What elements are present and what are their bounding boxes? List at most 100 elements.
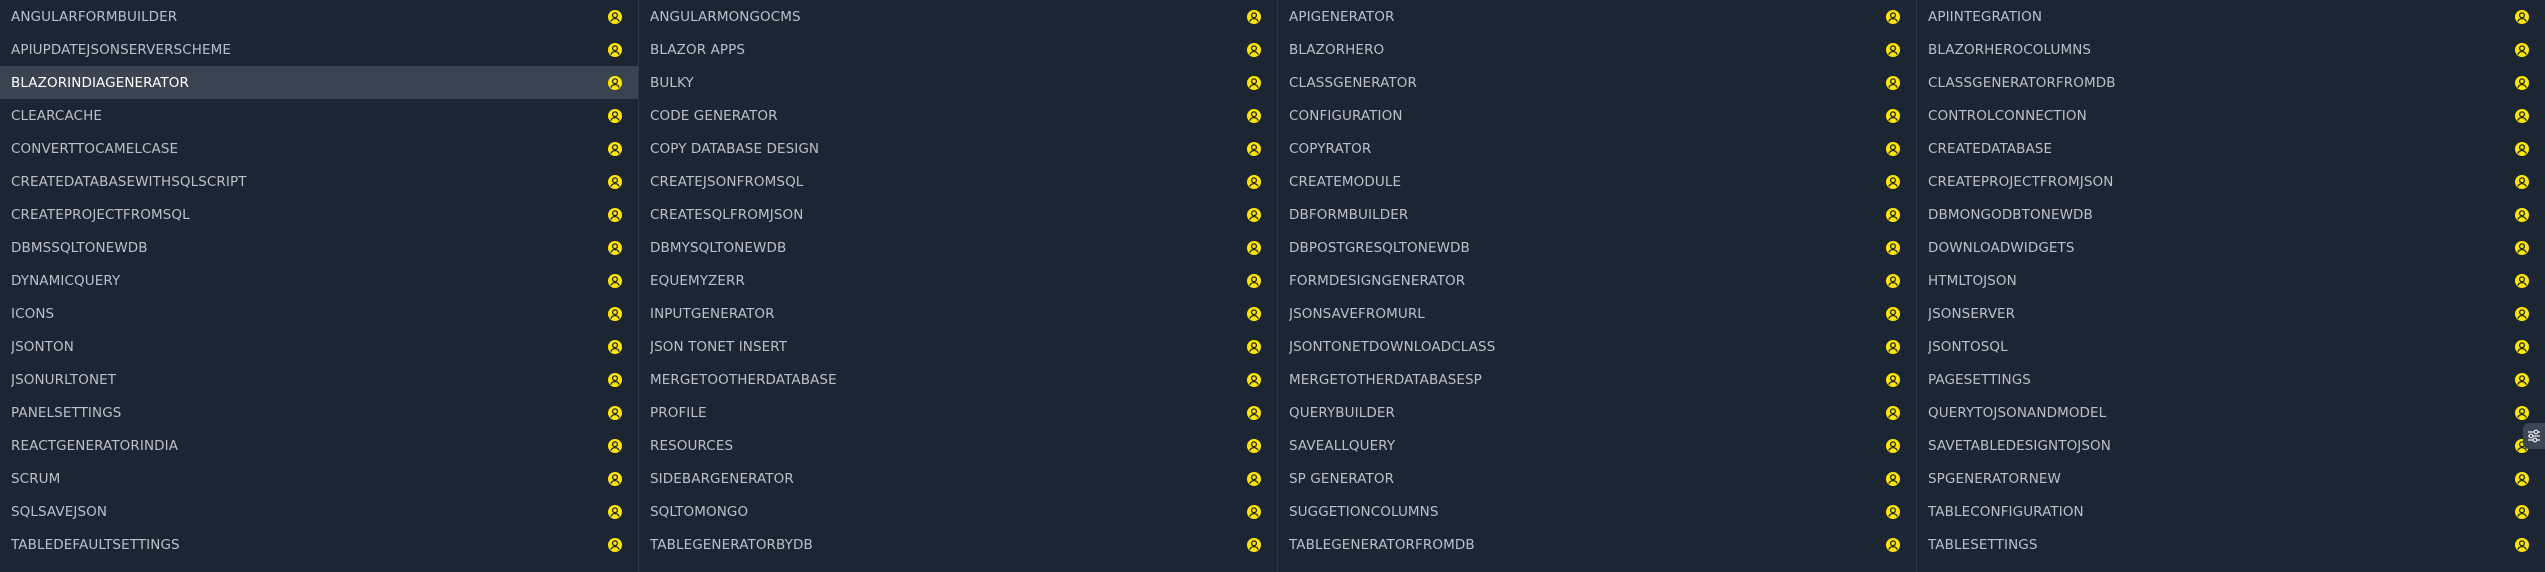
- menu-item[interactable]: CREATEMODULE: [1278, 165, 1916, 198]
- menu-item-label: BULKY: [650, 74, 694, 91]
- menu-item[interactable]: DBMONGODBTONEWDB: [1917, 198, 2545, 231]
- menu-item[interactable]: EQUEMYZERR: [639, 264, 1277, 297]
- menu-item[interactable]: TABLEGENERATORBYDB: [639, 528, 1277, 561]
- menu-item-label: BLAZORHEROCOLUMNS: [1928, 41, 2092, 58]
- menu-item[interactable]: JSONSAVEFROMURL: [1278, 297, 1916, 330]
- menu-item[interactable]: APIGENERATOR: [1278, 0, 1916, 33]
- menu-item-label: DBMYSQLTONEWDB: [650, 239, 787, 256]
- menu-item[interactable]: TABLEDEFAULTSETTINGS: [0, 528, 638, 561]
- menu-item[interactable]: HTMLTOJSON: [1917, 264, 2545, 297]
- menu-item-label: SQLTOMONGO: [650, 503, 749, 520]
- user-circle-icon: [1247, 339, 1261, 354]
- menu-item[interactable]: MERGETOOTHERDATABASE: [639, 363, 1277, 396]
- user-circle-icon: [1886, 174, 1900, 189]
- menu-item[interactable]: COPY DATABASE DESIGN: [639, 132, 1277, 165]
- user-circle-icon: [608, 42, 622, 57]
- menu-item[interactable]: BLAZORHERO: [1278, 33, 1916, 66]
- menu-item-label: TABLEDEFAULTSETTINGS: [11, 536, 180, 553]
- menu-item[interactable]: JSONSERVER: [1917, 297, 2545, 330]
- user-circle-icon: [1886, 438, 1900, 453]
- menu-item-label: PAGESETTINGS: [1928, 371, 2031, 388]
- menu-item[interactable]: SIDEBARGENERATOR: [639, 462, 1277, 495]
- menu-item[interactable]: DBFORMBUILDER: [1278, 198, 1916, 231]
- menu-item[interactable]: MERGETOTHERDATABASESP: [1278, 363, 1916, 396]
- user-circle-icon: [2515, 405, 2529, 420]
- menu-item[interactable]: JSONTOSQL: [1917, 330, 2545, 363]
- menu-item[interactable]: CONVERTTOCAMELCASE: [0, 132, 638, 165]
- menu-column: ANGULARMONGOCMS BLAZOR APPS BULKY CODE GENE…: [639, 0, 1278, 572]
- menu-item[interactable]: CREATEDATABASEWITHSQLSCRIPT: [0, 165, 638, 198]
- user-circle-icon: [1886, 108, 1900, 123]
- menu-item[interactable]: CLASSGENERATORFROMDB: [1917, 66, 2545, 99]
- menu-item[interactable]: TABLECONFIGURATION: [1917, 495, 2545, 528]
- menu-item[interactable]: APIUPDATEJSONSERVERSCHEME: [0, 33, 638, 66]
- menu-item[interactable]: BLAZOR APPS: [639, 33, 1277, 66]
- menu-item[interactable]: SAVETABLEDESIGNTOJSON: [1917, 429, 2545, 462]
- menu-item[interactable]: CONFIGURATION: [1278, 99, 1916, 132]
- menu-item-label: DBPOSTGRESQLTONEWDB: [1289, 239, 1470, 256]
- menu-item[interactable]: BLAZORHEROCOLUMNS: [1917, 33, 2545, 66]
- menu-item[interactable]: QUERYBUILDER: [1278, 396, 1916, 429]
- settings-toggle[interactable]: [2523, 423, 2545, 449]
- menu-item[interactable]: SAVEALLQUERY: [1278, 429, 1916, 462]
- menu-item[interactable]: PANELSETTINGS: [0, 396, 638, 429]
- user-circle-icon: [1247, 504, 1261, 519]
- menu-item[interactable]: ANGULARMONGOCMS: [639, 0, 1277, 33]
- menu-item[interactable]: PAGESETTINGS: [1917, 363, 2545, 396]
- menu-item[interactable]: DBMYSQLTONEWDB: [639, 231, 1277, 264]
- menu-item[interactable]: ANGULARFORMBUILDER: [0, 0, 638, 33]
- menu-item[interactable]: RESOURCES: [639, 429, 1277, 462]
- menu-item-label: QUERYTOJSONANDMODEL: [1928, 404, 2107, 421]
- menu-item[interactable]: CREATEPROJECTFROMSQL: [0, 198, 638, 231]
- menu-item[interactable]: DBMSSQLTONEWDB: [0, 231, 638, 264]
- user-circle-icon: [608, 537, 622, 552]
- menu-column: APIINTEGRATION BLAZORHEROCOLUMNS CLASSGENE…: [1917, 0, 2545, 572]
- menu-item[interactable]: BLAZORINDIAGENERATOR: [0, 66, 638, 99]
- menu-item[interactable]: FORMDESIGNGENERATOR: [1278, 264, 1916, 297]
- menu-item[interactable]: CLEARCACHE: [0, 99, 638, 132]
- menu-item[interactable]: CLASSGENERATOR: [1278, 66, 1916, 99]
- menu-item[interactable]: SQLTOMONGO: [639, 495, 1277, 528]
- menu-item[interactable]: ICONS: [0, 297, 638, 330]
- menu-item[interactable]: TABLEGENERATORFROMDB: [1278, 528, 1916, 561]
- sliders-icon: [2528, 429, 2540, 443]
- menu-item[interactable]: CODE GENERATOR: [639, 99, 1277, 132]
- menu-item[interactable]: DYNAMICQUERY: [0, 264, 638, 297]
- menu-item[interactable]: CONTROLCONNECTION: [1917, 99, 2545, 132]
- menu-item-label: RESOURCES: [650, 437, 734, 454]
- menu-item[interactable]: JSONTON: [0, 330, 638, 363]
- menu-item[interactable]: JSON TONET INSERT: [639, 330, 1277, 363]
- user-circle-icon: [2515, 108, 2529, 123]
- menu-item[interactable]: SQLSAVEJSON: [0, 495, 638, 528]
- menu-item-label: JSONTOSQL: [1928, 338, 2008, 355]
- menu-item[interactable]: PROFILE: [639, 396, 1277, 429]
- menu-item[interactable]: SUGGETIONCOLUMNS: [1278, 495, 1916, 528]
- menu-item[interactable]: COPYRATOR: [1278, 132, 1916, 165]
- menu-item[interactable]: DBPOSTGRESQLTONEWDB: [1278, 231, 1916, 264]
- menu-item[interactable]: INPUTGENERATOR: [639, 297, 1277, 330]
- menu-item-label: SAVEALLQUERY: [1289, 437, 1396, 454]
- menu-item-label: DBMONGODBTONEWDB: [1928, 206, 2093, 223]
- menu-item-label: QUERYBUILDER: [1289, 404, 1395, 421]
- menu-item[interactable]: CREATESQLFROMJSON: [639, 198, 1277, 231]
- menu-item[interactable]: CREATEDATABASE: [1917, 132, 2545, 165]
- user-circle-icon: [1247, 372, 1261, 387]
- menu-item[interactable]: BULKY: [639, 66, 1277, 99]
- menu-item[interactable]: TABLESETTINGS: [1917, 528, 2545, 561]
- user-circle-icon: [2515, 339, 2529, 354]
- menu-column: APIGENERATOR BLAZORHERO CLASSGENERATOR CONF…: [1278, 0, 1917, 572]
- user-circle-icon: [608, 240, 622, 255]
- menu-item[interactable]: SP GENERATOR: [1278, 462, 1916, 495]
- menu-item[interactable]: REACTGENERATORINDIA: [0, 429, 638, 462]
- menu-item[interactable]: QUERYTOJSONANDMODEL: [1917, 396, 2545, 429]
- menu-item[interactable]: CREATEJSONFROMSQL: [639, 165, 1277, 198]
- menu-item[interactable]: JSONTONETDOWNLOADCLASS: [1278, 330, 1916, 363]
- menu-item[interactable]: APIINTEGRATION: [1917, 0, 2545, 33]
- menu-item[interactable]: SPGENERATORNEW: [1917, 462, 2545, 495]
- menu-item[interactable]: CREATEPROJECTFROMJSON: [1917, 165, 2545, 198]
- menu-item[interactable]: SCRUM: [0, 462, 638, 495]
- menu-item-label: CONFIGURATION: [1289, 107, 1403, 124]
- user-circle-icon: [1247, 174, 1261, 189]
- menu-item[interactable]: JSONURLTONET: [0, 363, 638, 396]
- menu-item[interactable]: DOWNLOADWIDGETS: [1917, 231, 2545, 264]
